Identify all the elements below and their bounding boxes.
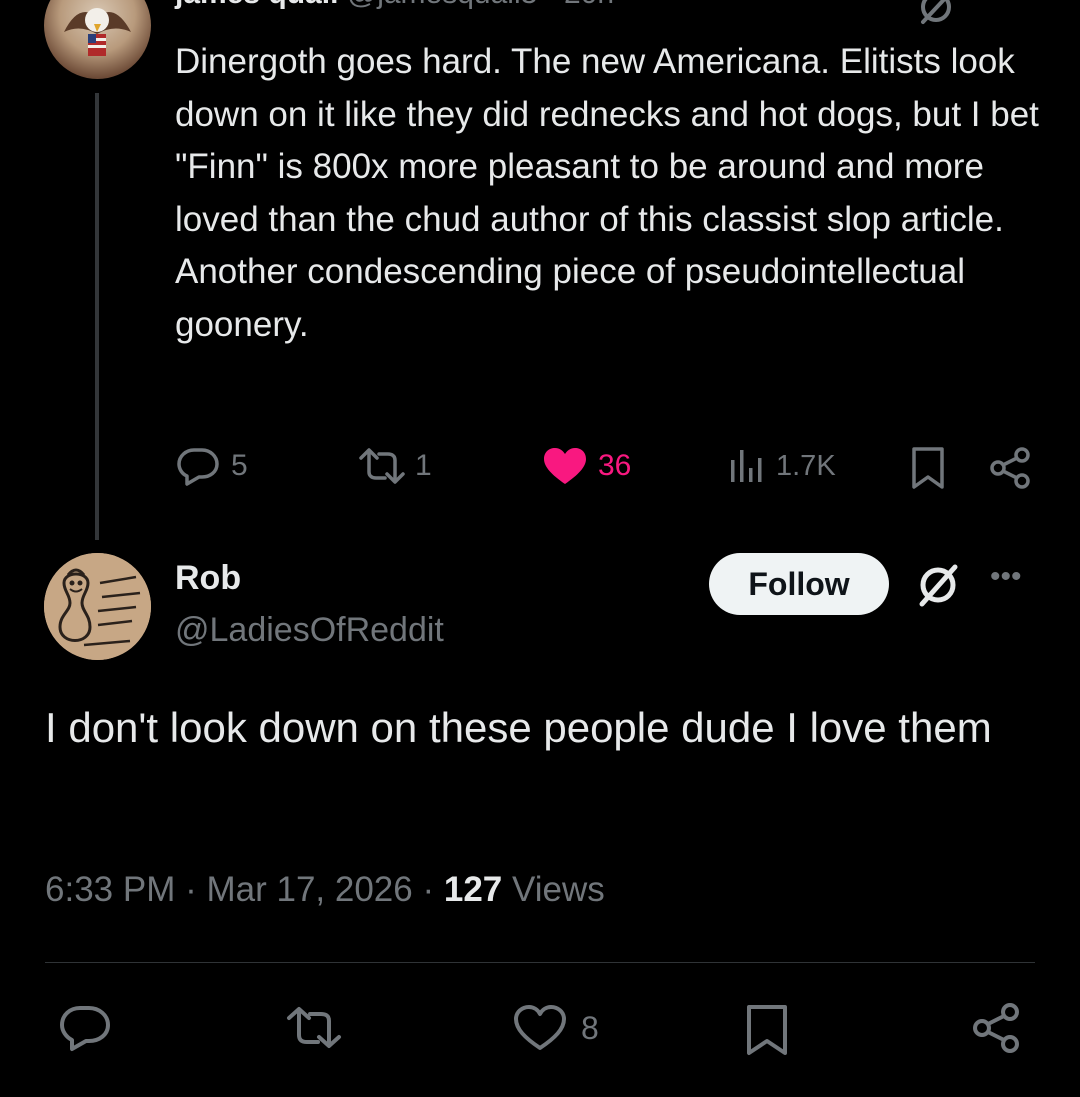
parent-avatar[interactable] [44,0,151,79]
reply-time[interactable]: 6:33 PM [45,870,175,909]
eagle-avatar-image [64,8,131,56]
parent-time-ago[interactable]: 20h [564,0,614,10]
grok-icon[interactable] [915,0,957,33]
share-action[interactable] [970,1002,1022,1054]
views-count: 1.7K [776,449,836,482]
like-action[interactable]: 36 [542,446,631,486]
parent-more-options-icon[interactable]: ••• [990,0,1022,12]
meta-separator: · [422,870,435,909]
reply-views-label: Views [512,870,605,909]
reply-action[interactable]: 5 [175,446,248,486]
reply-icon [60,1006,110,1051]
thread-connector-line [95,93,99,540]
peanut-sign-avatar-image [44,553,151,660]
repost-action[interactable]: 1 [355,446,432,486]
views-action[interactable]: 1.7K [728,446,836,486]
parent-handle-and-time: @jamesquail3 · 20h [347,0,614,10]
repost-icon [287,1007,341,1048]
heart-icon [544,448,586,484]
like-count: 8 [581,1009,599,1046]
heart-outline-icon [514,1005,566,1050]
reply-timestamp-row: 6:33 PM · Mar 17, 2026 · 127 Views [45,868,605,912]
parent-tweet-text: Dinergoth goes hard. The new Americana. … [175,42,1039,344]
reply-views-count: 127 [443,870,503,909]
grok-icon[interactable] [913,560,963,615]
bookmark-action[interactable] [910,446,946,490]
reply-count: 5 [231,449,248,482]
bookmark-icon [747,1005,787,1055]
reply-date[interactable]: Mar 17, 2026 [206,870,412,909]
reply-action[interactable] [58,1004,112,1052]
parent-tweet-header: james quail @jamesquail3 · 20h [175,0,614,12]
reply-more-options-icon[interactable]: ••• [990,560,1022,594]
like-action[interactable]: 8 [513,1004,599,1052]
share-icon [973,1003,1019,1053]
reply-avatar[interactable] [44,553,151,660]
reply-tweet-text: I don't look down on these people dude I… [45,704,992,751]
share-icon [990,447,1030,489]
reply-icon [177,448,219,486]
follow-button[interactable]: Follow [709,553,889,615]
parent-display-name[interactable]: james quail [175,0,338,10]
share-action[interactable] [988,446,1032,490]
reply-display-name[interactable]: Rob [175,558,241,598]
reply-handle[interactable]: @LadiesOfReddit [175,610,444,650]
views-icon [731,450,762,482]
like-count: 36 [598,449,632,482]
bookmark-action[interactable] [745,1004,789,1056]
repost-count: 1 [415,449,432,482]
repost-icon [359,448,405,484]
meta-separator: · [185,870,197,909]
parent-handle[interactable]: @jamesquail3 [347,0,538,10]
meta-separator: · [546,0,556,10]
bookmark-icon [912,447,944,489]
repost-action[interactable] [283,1004,345,1052]
divider [45,962,1035,963]
